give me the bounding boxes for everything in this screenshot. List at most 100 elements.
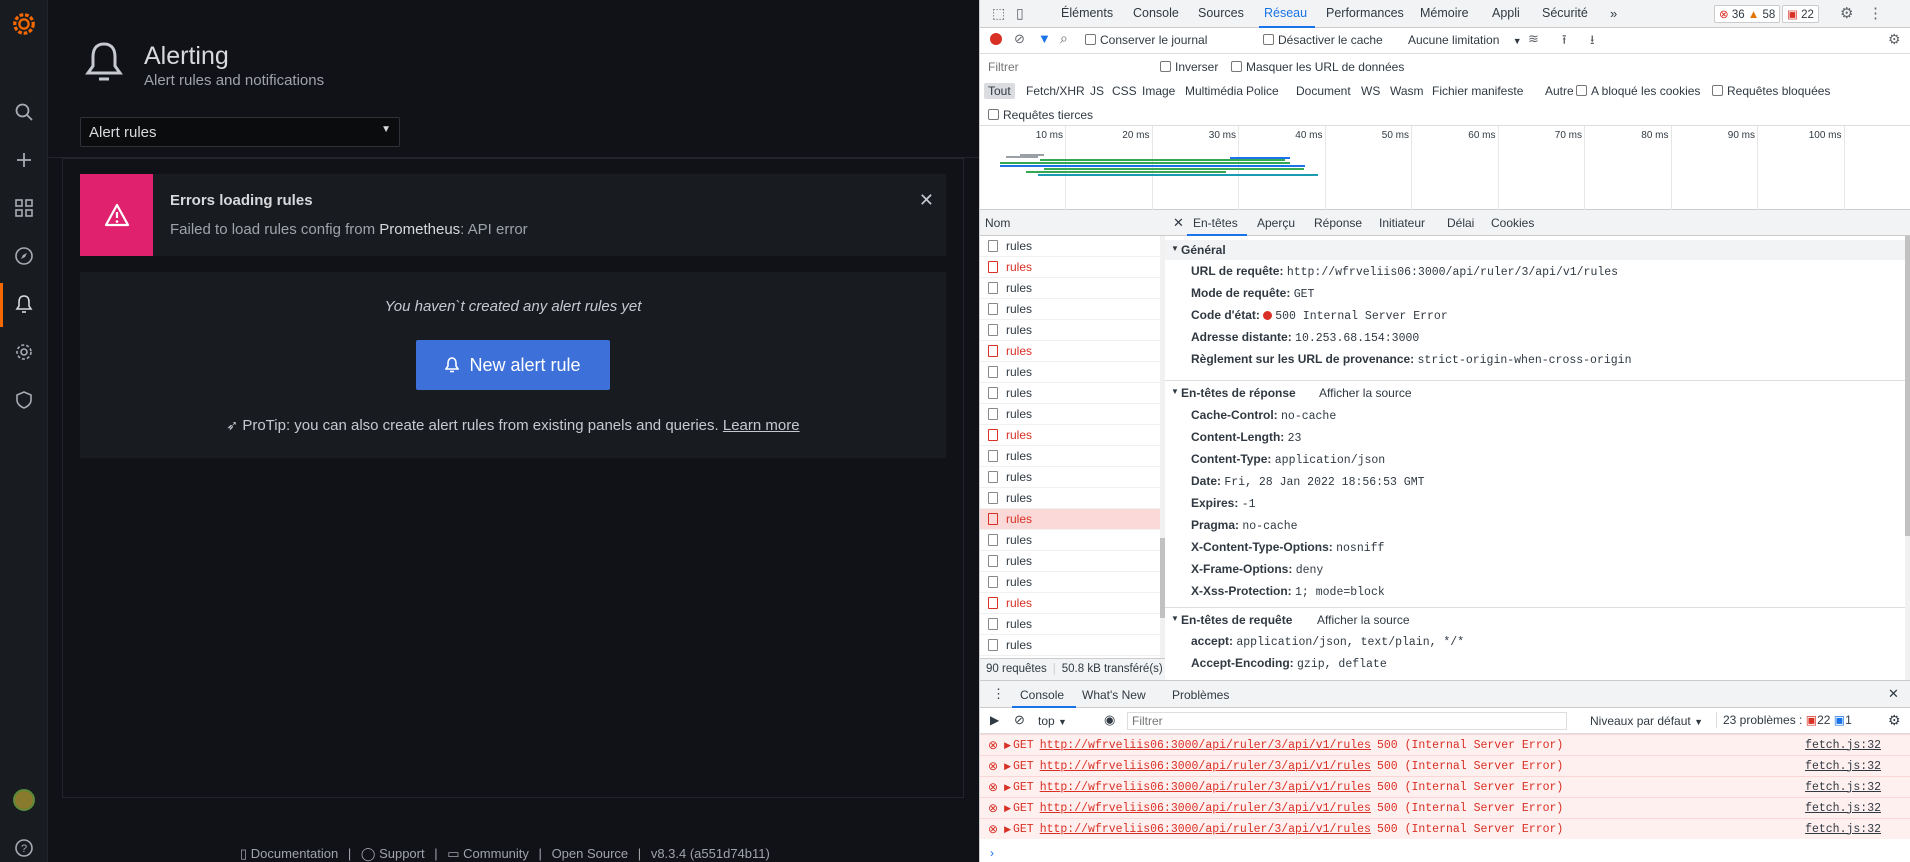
filter-input[interactable] [986, 58, 1146, 76]
network-settings-icon[interactable]: ⚙ [1888, 31, 1901, 48]
search-icon[interactable] [12, 100, 36, 124]
tab-memory[interactable]: Mémoire [1420, 6, 1469, 20]
expand-triangle-icon[interactable]: ▶ [1004, 803, 1011, 814]
user-avatar[interactable] [12, 788, 36, 812]
request-row[interactable]: rules [980, 383, 1160, 404]
search-icon[interactable]: ⌕ [1060, 30, 1068, 47]
general-section-header[interactable]: ▼ Général [1165, 240, 1905, 260]
request-row[interactable]: rules [980, 446, 1160, 467]
disable-cache-checkbox[interactable]: Désactiver le cache [1263, 33, 1383, 47]
type-all[interactable]: Tout [984, 83, 1015, 99]
footer-open-source-link[interactable]: Open Source [552, 846, 629, 861]
type-other[interactable]: Autre [1545, 84, 1574, 98]
console-url-link[interactable]: http://wfrveliis06:3000/api/ruler/3/api/… [1040, 760, 1371, 773]
console-source-link[interactable]: fetch.js:32 [1805, 781, 1881, 794]
detail-scrollbar[interactable] [1905, 236, 1910, 680]
detail-tab-preview[interactable]: Aperçu [1257, 216, 1295, 230]
request-row[interactable]: rules [980, 530, 1160, 551]
drawer-tab-problems[interactable]: Problèmes [1172, 688, 1229, 702]
log-levels-select[interactable]: Niveaux par défaut ▼ [1590, 714, 1703, 728]
tab-sources[interactable]: Sources [1198, 6, 1244, 20]
tab-security[interactable]: Sécurité [1542, 6, 1588, 20]
request-row[interactable]: rules [980, 551, 1160, 572]
download-icon[interactable]: ⭳ [1590, 31, 1595, 53]
settings-gear-icon[interactable]: ⚙ [1840, 4, 1853, 22]
request-row[interactable]: rules [980, 593, 1160, 614]
learn-more-link[interactable]: Learn more [723, 417, 800, 434]
type-wasm[interactable]: Wasm [1390, 84, 1424, 98]
expand-triangle-icon[interactable]: ▶ [1004, 824, 1011, 835]
console-error-row[interactable]: ⊗ ▶ GET http://wfrveliis06:3000/api/ruler/3… [980, 755, 1910, 776]
console-prompt-icon[interactable]: › [990, 846, 994, 860]
preserve-log-checkbox[interactable]: Conserver le journal [1085, 33, 1207, 47]
tab-console[interactable]: Console [1133, 6, 1179, 20]
close-icon[interactable]: ✕ [919, 190, 934, 211]
inspect-element-icon[interactable]: ⬚ [992, 5, 1005, 22]
alerting-bell-icon[interactable] [12, 292, 36, 316]
console-error-row[interactable]: ⊗ ▶ GET http://wfrveliis06:3000/api/ruler/3… [980, 818, 1910, 839]
request-row[interactable]: rules [980, 635, 1160, 656]
configuration-gear-icon[interactable] [12, 340, 36, 364]
tab-performance[interactable]: Performances [1326, 6, 1404, 20]
more-tabs-icon[interactable]: » [1610, 6, 1617, 21]
type-ws[interactable]: WS [1361, 84, 1380, 98]
invert-checkbox[interactable]: Inverser [1160, 60, 1218, 74]
drawer-tab-whats-new[interactable]: What's New [1082, 688, 1146, 702]
request-row[interactable]: rules [980, 278, 1160, 299]
type-css[interactable]: CSS [1112, 84, 1137, 98]
request-row[interactable]: rules [980, 341, 1160, 362]
timeline-overview[interactable]: 10 ms 20 ms 30 ms 40 ms 50 ms 60 ms 70 ms 80 ms… [980, 126, 1910, 210]
server-admin-shield-icon[interactable] [12, 388, 36, 412]
blocked-requests-checkbox[interactable]: Requêtes bloquées [1712, 84, 1830, 98]
plus-icon[interactable] [12, 148, 36, 172]
console-source-link[interactable]: fetch.js:32 [1805, 823, 1881, 836]
request-row[interactable]: rules [980, 320, 1160, 341]
upload-icon[interactable]: ⭱ [1562, 31, 1567, 53]
detail-tab-initiator[interactable]: Initiateur [1379, 216, 1425, 230]
live-expression-eye-icon[interactable]: ◉ [1104, 712, 1115, 728]
request-row[interactable]: rules [980, 425, 1160, 446]
detail-tab-timing[interactable]: Délai [1447, 216, 1474, 230]
sidebar-toggle-icon[interactable]: ▶ [990, 713, 999, 727]
explore-compass-icon[interactable] [12, 244, 36, 268]
device-toolbar-icon[interactable]: ▯ [1016, 5, 1024, 22]
console-settings-icon[interactable]: ⚙ [1888, 712, 1901, 729]
issues-counter[interactable]: ▣ 22 [1782, 5, 1819, 23]
type-manifest[interactable]: Fichier manifeste [1432, 84, 1523, 98]
detail-tab-headers[interactable]: En-têtes [1193, 216, 1238, 230]
help-icon[interactable]: ? [12, 836, 36, 860]
expand-triangle-icon[interactable]: ▶ [1004, 761, 1011, 772]
type-media[interactable]: Multimédia [1185, 84, 1243, 98]
expand-triangle-icon[interactable]: ▶ [1004, 782, 1011, 793]
clear-console-icon[interactable]: ⊘ [1014, 712, 1025, 728]
detail-scrollbar-thumb[interactable] [1905, 236, 1910, 536]
console-source-link[interactable]: fetch.js:32 [1805, 760, 1881, 773]
problems-counter[interactable]: 23 problèmes : ▣22 ▣1 [1716, 712, 1858, 728]
response-view-source-link[interactable]: Afficher la source [1319, 386, 1412, 400]
console-error-row[interactable]: ⊗ ▶ GET http://wfrveliis06:3000/api/ruler/3… [980, 776, 1910, 797]
type-document[interactable]: Document [1296, 84, 1351, 98]
list-header-name[interactable]: Nom [980, 210, 1165, 236]
hide-data-urls-checkbox[interactable]: Masquer les URL de données [1231, 60, 1404, 74]
type-image[interactable]: Image [1142, 84, 1175, 98]
network-conditions-icon[interactable]: ≋ [1528, 31, 1539, 47]
alert-view-select[interactable]: Alert rules ▼ [80, 117, 400, 147]
expand-triangle-icon[interactable]: ▶ [1004, 740, 1011, 751]
third-party-checkbox[interactable]: Requêtes tierces [988, 108, 1093, 122]
detail-tab-response[interactable]: Réponse [1314, 216, 1362, 230]
drawer-tab-console[interactable]: Console [1020, 688, 1064, 702]
request-row[interactable]: rules [980, 257, 1160, 278]
request-row[interactable]: rules [980, 488, 1160, 509]
request-row[interactable]: rules [980, 404, 1160, 425]
close-detail-icon[interactable]: ✕ [1173, 215, 1184, 231]
tab-network[interactable]: Réseau [1264, 6, 1307, 20]
record-icon[interactable] [990, 33, 1002, 45]
response-headers-section-header[interactable]: ▼ En-têtes de réponse Afficher la source [1165, 383, 1905, 403]
footer-documentation-link[interactable]: Documentation [251, 846, 338, 861]
dashboards-icon[interactable] [12, 196, 36, 220]
footer-community-link[interactable]: Community [463, 846, 529, 861]
filter-funnel-icon[interactable]: ▼ [1038, 31, 1051, 46]
request-row[interactable]: rules [980, 362, 1160, 383]
request-row[interactable]: rules [980, 299, 1160, 320]
request-row[interactable]: rules [980, 572, 1160, 593]
